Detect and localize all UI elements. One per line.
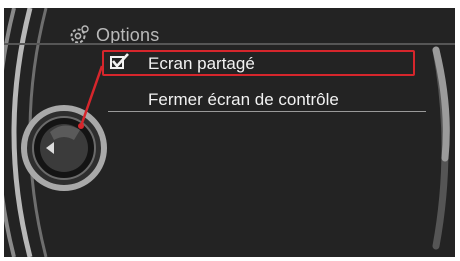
menu-item-split-screen[interactable]: Ecran partagé	[102, 50, 415, 76]
menu-item-label: Fermer écran de contrôle	[148, 90, 339, 109]
menu-item-label: Ecran partagé	[148, 54, 255, 73]
checkbox-checked-icon[interactable]	[110, 53, 130, 71]
header-divider	[4, 43, 455, 45]
menu-divider	[108, 111, 426, 112]
idrive-options-screen: Options Ecran partagé Fermer écran de co…	[4, 8, 455, 257]
page: Options Ecran partagé Fermer écran de co…	[0, 0, 460, 261]
